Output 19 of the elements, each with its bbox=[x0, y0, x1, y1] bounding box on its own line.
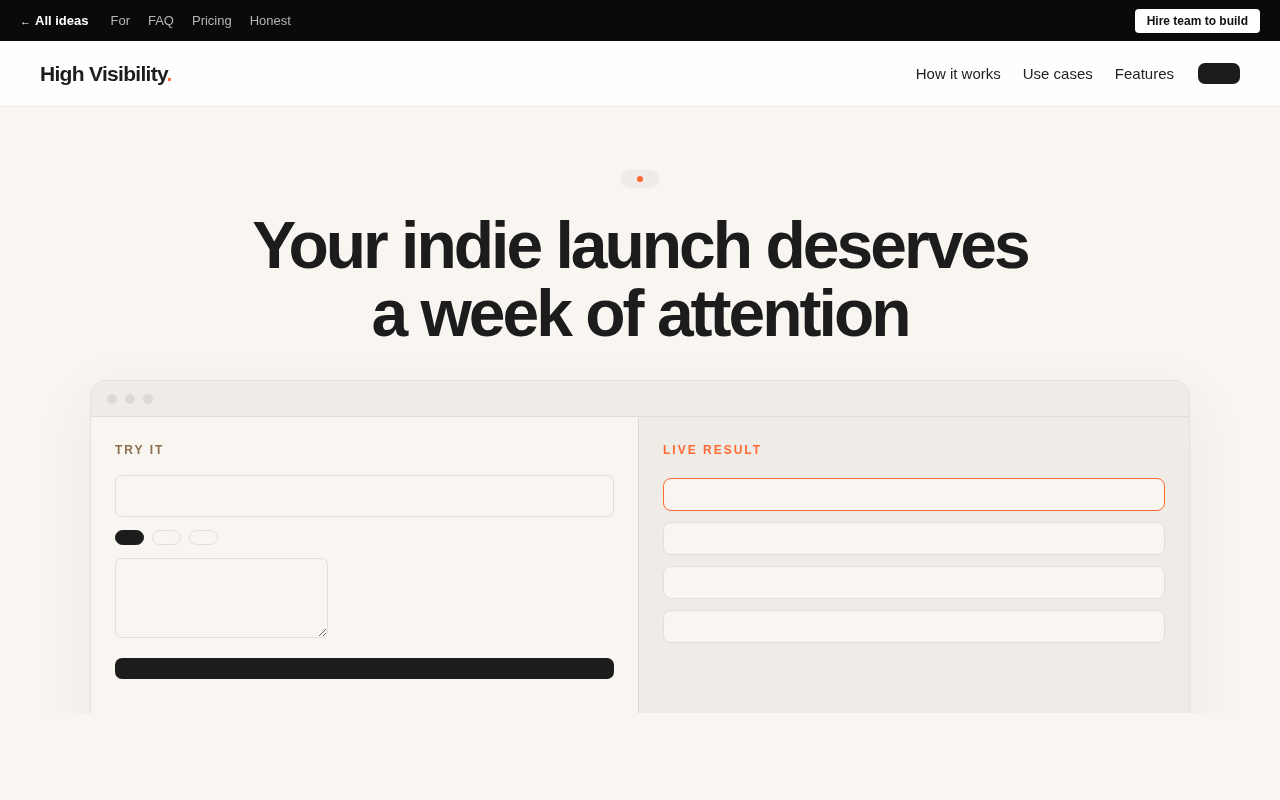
top-nav-link[interactable]: FAQ bbox=[147, 13, 174, 28]
dot-icon bbox=[637, 176, 643, 182]
textarea-field[interactable] bbox=[115, 558, 328, 638]
section-label: TRY IT bbox=[115, 443, 165, 457]
logo[interactable]: High Visibility. bbox=[40, 61, 172, 86]
top-nav-link[interactable]: For bbox=[110, 13, 130, 28]
top-nav-link[interactable]: Pricing bbox=[192, 13, 232, 28]
nav-link[interactable]: Features bbox=[1114, 65, 1174, 82]
hire-team-button[interactable]: Hire team to build bbox=[1134, 8, 1260, 33]
section-label: LIVE RESULT bbox=[663, 443, 763, 457]
back-link[interactable]: ← All ideas bbox=[20, 13, 89, 28]
submit-button[interactable] bbox=[115, 658, 614, 679]
hero-title: Your indie launch deserves a week of attention bbox=[252, 211, 1028, 347]
option-chip[interactable] bbox=[115, 530, 144, 545]
text-input-field[interactable] bbox=[115, 475, 614, 517]
nav-link[interactable]: Use cases bbox=[1022, 65, 1093, 82]
header-button[interactable] bbox=[1198, 63, 1240, 84]
nav-link[interactable]: How it works bbox=[915, 65, 1001, 82]
top-nav-link[interactable]: Honest bbox=[249, 13, 291, 28]
